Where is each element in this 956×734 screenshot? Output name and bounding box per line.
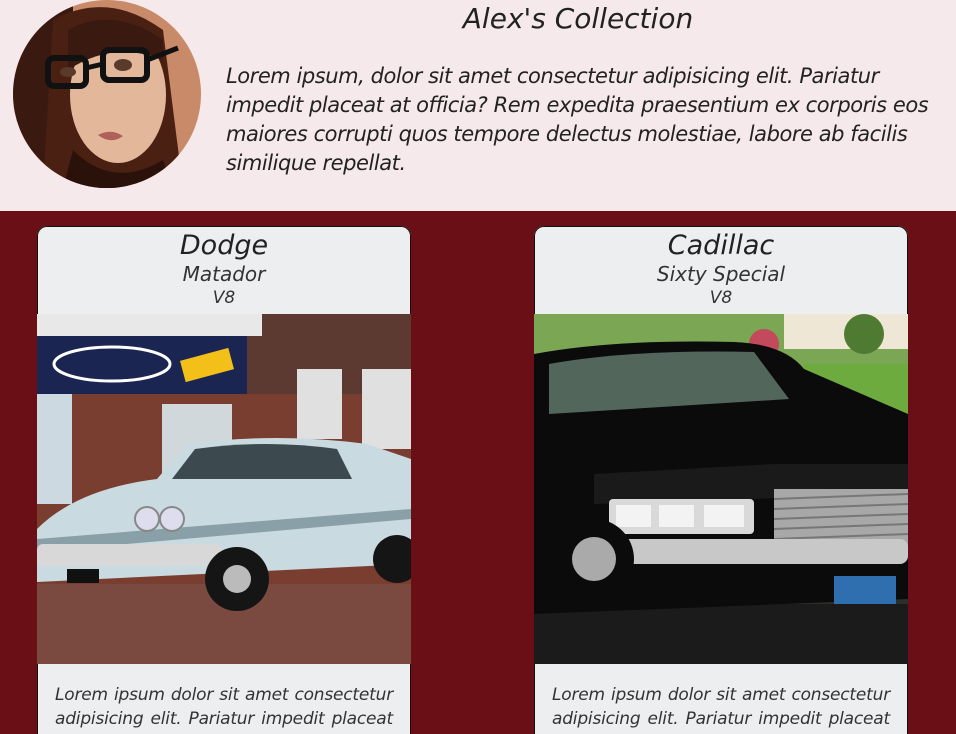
car-model: Sixty Special <box>656 262 786 286</box>
car-make: Dodge <box>179 230 269 261</box>
car-gallery: Dodge Matador V8 Lorem ipsum dolor sit a… <box>0 211 956 734</box>
car-description: Lorem ipsum dolor sit amet consectetur a… <box>552 685 890 734</box>
car-model: Matador <box>182 262 266 286</box>
car-make: Cadillac <box>667 230 775 261</box>
car-engine: V8 <box>709 288 733 308</box>
car-engine: V8 <box>212 288 236 308</box>
car-photo <box>37 314 411 664</box>
profile-header: Alex's Collection Lorem ipsum, dolor sit… <box>0 0 956 211</box>
header-description: Lorem ipsum, dolor sit amet consectetur … <box>226 64 929 175</box>
page-title: Alex's Collection <box>462 2 694 35</box>
car-card[interactable]: Dodge Matador V8 Lorem ipsum dolor sit a… <box>37 226 411 734</box>
car-card[interactable]: Cadillac Sixty Special V8 Lorem ipsum do… <box>534 226 908 734</box>
avatar <box>13 0 201 188</box>
car-description: Lorem ipsum dolor sit amet consectetur a… <box>55 685 393 734</box>
car-photo <box>534 314 908 664</box>
